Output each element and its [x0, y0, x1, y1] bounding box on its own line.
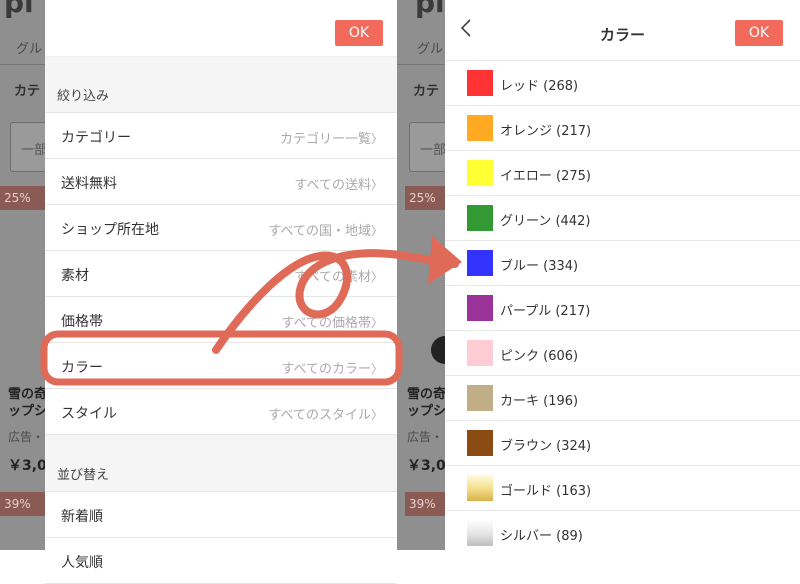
- filter-row-material[interactable]: 素材 すべての素材: [45, 251, 397, 297]
- nav-text: グル: [16, 42, 43, 57]
- filter-row-value: すべての価格帯: [281, 312, 383, 331]
- color-option-label: レッド (268): [500, 79, 579, 94]
- filter-row-color[interactable]: カラー すべてのカラー: [45, 343, 397, 389]
- color-swatch: [467, 160, 493, 186]
- product-line-1: 雪の奇: [407, 387, 445, 402]
- ad-label: 広告・: [8, 430, 45, 444]
- sort-row-label: 人気順: [61, 555, 103, 571]
- color-option-label: オレンジ (217): [500, 124, 592, 139]
- color-option[interactable]: イエロー (275): [445, 151, 800, 196]
- color-swatch: [467, 520, 493, 546]
- category-text: カテ: [14, 84, 41, 99]
- color-swatch: [467, 475, 493, 501]
- color-option[interactable]: パープル (217): [445, 286, 800, 331]
- filter-row-label: スタイル: [61, 406, 117, 422]
- search-input: 一部: [409, 122, 445, 172]
- price: ￥3,0: [8, 458, 45, 474]
- filter-row-value: カテゴリー一覧: [280, 128, 383, 147]
- search-fragment: 一部: [21, 143, 45, 158]
- color-panel: カラー OK レッド (268) オレンジ (217) イエロー (275) グリーン…: [445, 0, 800, 550]
- color-option[interactable]: シルバー (89): [445, 511, 800, 550]
- filter-section-header: 絞り込み: [45, 57, 397, 113]
- product-line-1: 雪の奇: [8, 387, 45, 402]
- filter-panel-header: OK: [45, 0, 397, 57]
- color-option[interactable]: ブラウン (324): [445, 421, 800, 466]
- filter-row-shipping[interactable]: 送料無料 すべての送料: [45, 159, 397, 205]
- color-option-label: イエロー (275): [500, 169, 591, 184]
- color-option-label: ゴールド (163): [500, 484, 592, 499]
- search-input: 一部: [10, 122, 45, 172]
- search-fragment: 一部: [420, 143, 445, 158]
- logo: pi: [415, 0, 445, 19]
- discount-badge: 39%: [405, 492, 445, 516]
- color-option[interactable]: ゴールド (163): [445, 466, 800, 511]
- color-swatch: [467, 70, 493, 96]
- category-text: カテ: [413, 84, 440, 99]
- color-list: レッド (268) オレンジ (217) イエロー (275) グリーン (442) ブ…: [445, 61, 800, 550]
- filter-row-shop-location[interactable]: ショップ所在地 すべての国・地域: [45, 205, 397, 251]
- filter-row-style[interactable]: スタイル すべてのスタイル: [45, 389, 397, 435]
- nav-text: グル: [417, 42, 444, 57]
- filter-row-label: カラー: [61, 360, 103, 376]
- product-name: 雪の奇 ップシ: [407, 386, 445, 420]
- sort-row-popular[interactable]: 人気順: [45, 538, 397, 584]
- background-page-left: pi グル カテ 一部 25% 雪の奇ップシ 広告・ ￥3,0 39%: [0, 0, 45, 550]
- color-swatch: [467, 385, 493, 411]
- price: ￥3,0: [407, 458, 445, 474]
- color-option[interactable]: ピンク (606): [445, 331, 800, 376]
- color-option-label: カーキ (196): [500, 394, 579, 409]
- color-option-label: ブラウン (324): [500, 439, 592, 454]
- color-swatch: [467, 115, 493, 141]
- color-swatch: [467, 430, 493, 456]
- logo: pi: [4, 0, 34, 19]
- filter-section-title: 絞り込み: [57, 89, 110, 104]
- ok-button[interactable]: OK: [335, 20, 383, 46]
- discount-badge: 25%: [405, 186, 445, 210]
- filter-panel: OK 絞り込み カテゴリー カテゴリー一覧 送料無料 すべての送料 ショップ所在…: [45, 0, 397, 584]
- color-option[interactable]: カーキ (196): [445, 376, 800, 421]
- filter-row-value: すべての素材: [294, 266, 383, 285]
- color-option[interactable]: オレンジ (217): [445, 106, 800, 151]
- product-line-2: ップシ: [8, 404, 45, 419]
- filter-row-label: カテゴリー: [61, 130, 131, 146]
- filter-row-label: 価格帯: [61, 314, 103, 330]
- sort-row-newest[interactable]: 新着順: [45, 492, 397, 538]
- color-swatch: [467, 250, 493, 276]
- color-option-label: グリーン (442): [500, 214, 591, 229]
- filter-row-category[interactable]: カテゴリー カテゴリー一覧: [45, 113, 397, 159]
- product-line-2: ップシ: [407, 404, 445, 419]
- filter-row-price-range[interactable]: 価格帯 すべての価格帯: [45, 297, 397, 343]
- color-option[interactable]: レッド (268): [445, 61, 800, 106]
- product-name: 雪の奇 ップシ: [8, 386, 45, 420]
- product-image: [431, 336, 445, 364]
- filter-row-label: 送料無料: [61, 176, 117, 192]
- filter-row-value: すべての送料: [294, 174, 383, 193]
- filter-row-value: すべてのカラー: [281, 358, 383, 377]
- color-panel-header: カラー OK: [445, 0, 800, 61]
- color-option-label: ピンク (606): [500, 349, 579, 364]
- ad-label: 広告・: [407, 430, 444, 444]
- discount-badge: 25%: [0, 186, 45, 210]
- sort-section-title: 並び替え: [57, 468, 110, 483]
- color-swatch: [467, 340, 493, 366]
- color-option-label: パープル (217): [500, 304, 591, 319]
- filter-row-label: 素材: [61, 268, 89, 284]
- filter-row-value: すべてのスタイル: [268, 404, 383, 423]
- color-swatch: [467, 205, 493, 231]
- background-page-right: pi グル カテ 一部 25% 雪の奇ップシ 広告・ ￥3,0 39%: [397, 0, 445, 550]
- sort-section-header: 並び替え: [45, 435, 397, 492]
- sort-row-label: 新着順: [61, 509, 103, 525]
- filter-row-value: すべての国・地域: [268, 220, 383, 239]
- color-option[interactable]: グリーン (442): [445, 196, 800, 241]
- color-option-label: シルバー (89): [500, 529, 583, 544]
- discount-badge: 39%: [0, 492, 45, 516]
- color-option-label: ブルー (334): [500, 259, 579, 274]
- color-option[interactable]: ブルー (334): [445, 241, 800, 286]
- ok-button[interactable]: OK: [735, 20, 783, 46]
- color-swatch: [467, 295, 493, 321]
- filter-row-label: ショップ所在地: [61, 222, 159, 238]
